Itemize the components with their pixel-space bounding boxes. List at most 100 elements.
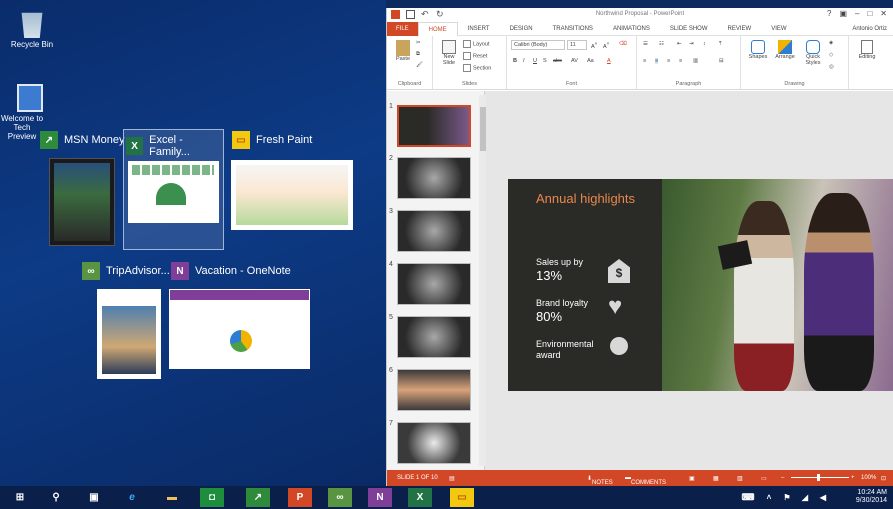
tab-view[interactable]: VIEW — [761, 22, 796, 36]
section-button[interactable]: Section — [463, 64, 491, 72]
tab-insert[interactable]: INSERT — [458, 22, 500, 36]
tab-animations[interactable]: ANIMATIONS — [603, 22, 660, 36]
help-icon[interactable]: ? — [827, 9, 831, 18]
excel-taskbar-button[interactable]: X — [408, 488, 432, 507]
justify-icon[interactable]: ≡ — [679, 58, 682, 64]
numbering-icon[interactable]: ☷ — [659, 41, 664, 47]
network-icon[interactable]: ◢ — [798, 488, 812, 507]
slide-item-value[interactable]: 13% — [536, 268, 562, 283]
slide-sorter-icon[interactable]: ▦ — [713, 475, 719, 482]
zoom-slider[interactable] — [791, 477, 849, 478]
shrink-font-icon[interactable]: A˅ — [603, 41, 609, 50]
slide-thumbnail[interactable]: 4 — [387, 261, 479, 307]
tab-design[interactable]: DESIGN — [500, 22, 543, 36]
tab-slide-show[interactable]: SLIDE SHOW — [660, 22, 718, 36]
shape-fill-icon[interactable]: ◈ — [829, 40, 833, 46]
copy-icon[interactable]: ⧉ — [416, 51, 420, 58]
shadow-icon[interactable]: S — [543, 58, 547, 64]
clock[interactable]: 10:24 AM 9/30/2014 — [856, 489, 887, 505]
msn-money-taskbar-button[interactable]: ↗ — [246, 488, 270, 507]
zoom-slider-thumb[interactable] — [817, 474, 820, 481]
normal-view-icon[interactable]: ▣ — [689, 475, 695, 482]
zoom-out-button[interactable]: – — [781, 475, 784, 481]
slide-thumbnail[interactable]: 7 — [387, 420, 479, 466]
cut-icon[interactable]: ✂ — [416, 40, 421, 46]
align-left-icon[interactable]: ≡ — [643, 58, 646, 64]
powerpoint-taskbar-button[interactable]: P — [288, 488, 312, 507]
slide-thumbnail[interactable]: 1 — [387, 103, 479, 149]
minimize-button[interactable]: – — [855, 9, 859, 18]
keyboard-icon[interactable]: ⌨ — [738, 488, 758, 507]
zoom-level[interactable]: 100% — [861, 475, 876, 481]
notes-button[interactable]: ⬇ NOTES — [587, 475, 613, 486]
task-view-button[interactable]: ▣ — [82, 488, 106, 507]
change-case-icon[interactable]: Aa — [587, 58, 594, 64]
align-text-icon[interactable]: ⊟ — [719, 58, 724, 64]
shape-effects-icon[interactable]: ◎ — [829, 64, 834, 70]
window-title-excel[interactable]: X Excel - Family... — [126, 134, 223, 158]
slide-thumbnail[interactable]: 2 — [387, 155, 479, 201]
close-button[interactable]: ✕ — [880, 9, 887, 18]
spell-check-icon[interactable]: ▤ — [449, 475, 455, 482]
slide-item-text[interactable]: Sales up by — [536, 257, 583, 267]
shape-outline-icon[interactable]: ◇ — [829, 52, 833, 58]
current-slide[interactable]: Annual highlights Sales up by 13% $ Bran… — [508, 179, 893, 391]
fresh-paint-taskbar-button[interactable]: ▭ — [450, 488, 474, 507]
ribbon-display-icon[interactable]: ▣ — [839, 9, 847, 18]
grow-font-icon[interactable]: A˄ — [591, 41, 597, 50]
font-size-select[interactable]: 11 — [567, 40, 587, 50]
slide-thumbnail-pane[interactable]: 1 2 3 4 5 6 7 — [387, 91, 487, 470]
character-spacing-icon[interactable]: AV — [571, 58, 578, 64]
align-center-icon[interactable]: ≡ — [655, 58, 659, 64]
window-thumbnail-tripadvisor[interactable] — [97, 289, 161, 379]
slide-thumbnail[interactable]: 3 — [387, 208, 479, 254]
onenote-taskbar-button[interactable]: N — [368, 488, 392, 507]
show-hidden-icons-button[interactable]: ˄ — [762, 488, 776, 507]
format-painter-icon[interactable]: 🖌 — [416, 62, 423, 68]
tab-review[interactable]: REVIEW — [718, 22, 762, 36]
window-thumbnail-fresh-paint[interactable] — [231, 160, 353, 230]
line-spacing-icon[interactable]: ↕ — [703, 41, 706, 47]
bullets-icon[interactable]: ☰ — [643, 41, 648, 47]
window-thumbnail-msn-money[interactable] — [49, 158, 115, 246]
comments-button[interactable]: ▬ COMMENTS — [625, 475, 666, 486]
align-right-icon[interactable]: ≡ — [667, 58, 670, 64]
tab-file[interactable]: FILE — [387, 21, 418, 36]
window-thumbnail-excel[interactable]: X Excel - Family... — [123, 129, 224, 250]
font-color-icon[interactable]: A — [607, 58, 611, 64]
window-title-msn-money[interactable]: ↗ MSN Money — [40, 131, 125, 149]
layout-button[interactable]: Layout — [463, 40, 490, 48]
window-title-tripadvisor[interactable]: ∞ TripAdvisor... — [82, 262, 170, 280]
user-account[interactable]: Antonio Ortiz — [852, 26, 887, 32]
tab-home[interactable]: HOME — [417, 21, 458, 36]
flag-icon[interactable]: ⚑ — [780, 488, 794, 507]
reset-button[interactable]: Reset — [463, 52, 487, 60]
search-button[interactable]: ⚲ — [44, 488, 68, 507]
slide-thumbnail[interactable]: 6 — [387, 367, 479, 413]
slide-thumbnail[interactable]: 5 — [387, 314, 479, 360]
text-direction-icon[interactable]: ⤒ — [719, 41, 721, 48]
file-explorer-button[interactable]: ▬ — [160, 488, 184, 507]
font-name-select[interactable]: Calibri (Body) — [511, 40, 565, 50]
decrease-indent-icon[interactable]: ⇤ — [677, 41, 682, 47]
slide-show-icon[interactable]: ▭ — [761, 475, 767, 482]
slide-editor[interactable]: Annual highlights Sales up by 13% $ Bran… — [486, 91, 893, 470]
tab-transitions[interactable]: TRANSITIONS — [543, 22, 603, 36]
new-slide-button[interactable]: New Slide — [439, 40, 459, 66]
slide-item-value[interactable]: 80% — [536, 309, 562, 324]
maximize-button[interactable]: □ — [867, 9, 872, 18]
recycle-bin-shortcut[interactable]: Recycle Bin — [2, 10, 62, 49]
strikethrough-icon[interactable]: abc — [553, 58, 562, 64]
columns-icon[interactable]: ▥ — [693, 58, 698, 64]
editing-button[interactable]: Editing — [855, 40, 879, 60]
paste-button[interactable]: Paste — [393, 40, 413, 62]
store-button[interactable]: ◘ — [200, 488, 224, 507]
start-button[interactable]: ⊞ — [8, 488, 32, 507]
window-title-onenote[interactable]: N Vacation - OneNote — [171, 262, 291, 280]
slide-heading[interactable]: Annual highlights — [536, 191, 636, 207]
reading-view-icon[interactable]: ▥ — [737, 475, 743, 482]
slide-item-text[interactable]: Environmental award — [536, 339, 602, 361]
increase-indent-icon[interactable]: ⇥ — [689, 41, 694, 47]
internet-explorer-button[interactable]: e — [120, 488, 144, 507]
clear-formatting-icon[interactable]: ⌫ — [619, 41, 627, 47]
